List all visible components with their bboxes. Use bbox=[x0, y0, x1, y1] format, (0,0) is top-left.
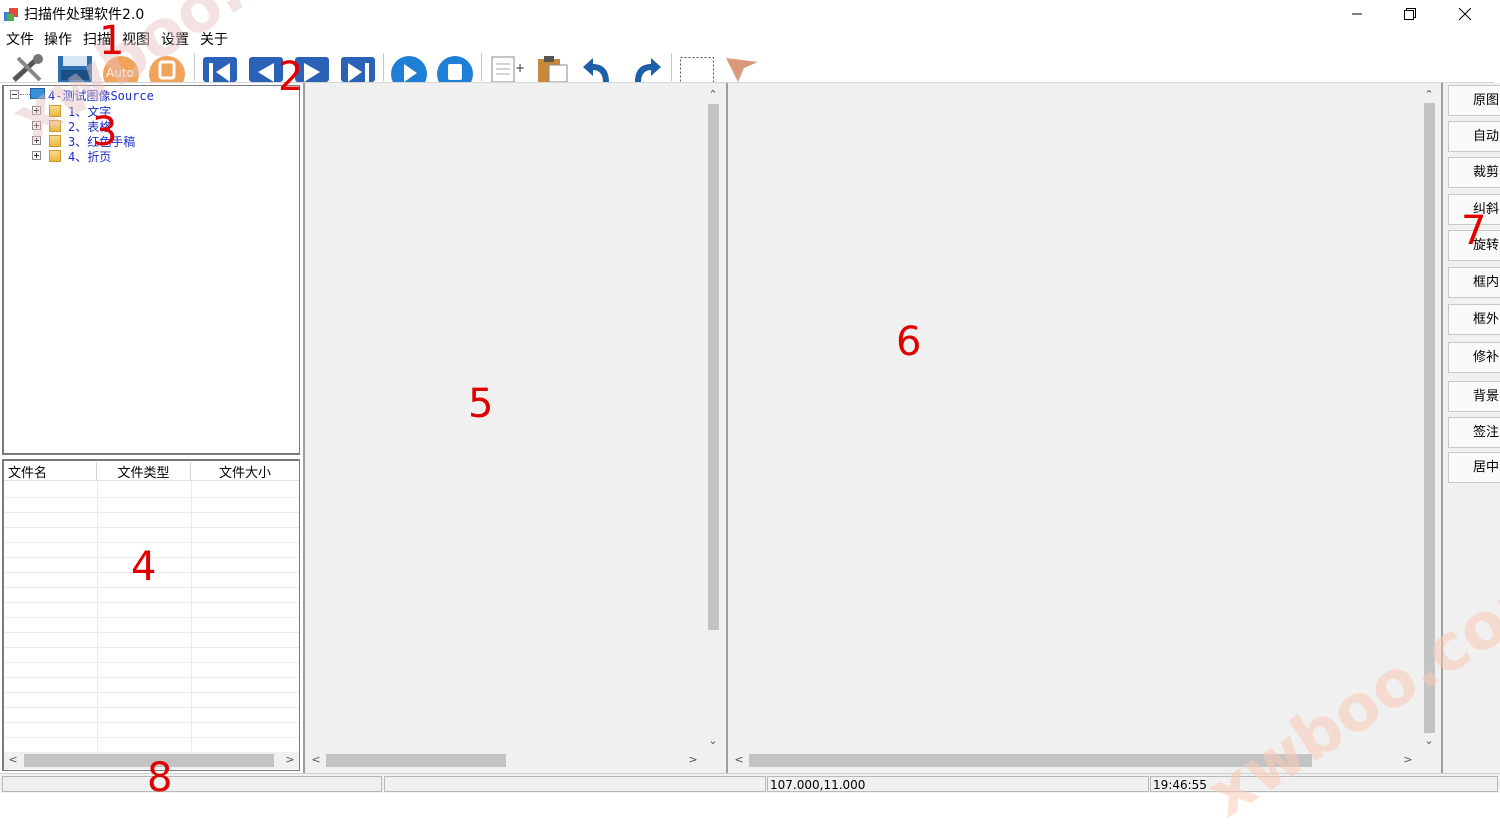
annotation-label-7: 7 bbox=[1461, 208, 1487, 254]
status-cell-info bbox=[384, 776, 766, 792]
file-list-header: 文件名 文件类型 文件大小 bbox=[4, 461, 299, 481]
first-page-icon bbox=[203, 57, 237, 82]
status-cell-message bbox=[2, 776, 382, 792]
play-button[interactable] bbox=[391, 52, 427, 82]
scroll-right-arrow-icon[interactable]: > bbox=[283, 753, 297, 767]
stop-button[interactable] bbox=[437, 52, 473, 82]
toolbar: Auto + bbox=[0, 49, 1494, 83]
grid-line bbox=[4, 602, 299, 603]
scroll-right-arrow-icon[interactable]: > bbox=[686, 753, 700, 767]
menu-operation[interactable]: 操作 bbox=[44, 29, 72, 49]
toolbar-separator bbox=[481, 53, 482, 81]
pointer-button[interactable] bbox=[724, 52, 760, 82]
inside-frame-button[interactable]: 框内 bbox=[1448, 267, 1500, 298]
image-view-pane[interactable]: ⌃ ⌄ < > bbox=[726, 83, 1441, 773]
select-rect-button[interactable] bbox=[679, 52, 715, 82]
new-document-icon: + bbox=[491, 56, 525, 82]
paste-icon bbox=[538, 56, 568, 82]
outside-frame-button[interactable]: 框外 bbox=[1448, 304, 1500, 335]
grid-line bbox=[4, 737, 299, 738]
pointer-icon bbox=[726, 58, 758, 82]
svg-text:+: + bbox=[515, 61, 525, 75]
undo-button[interactable] bbox=[581, 52, 617, 82]
center-button[interactable]: 居中 bbox=[1448, 452, 1500, 483]
scroll-down-arrow-icon[interactable]: ⌄ bbox=[706, 734, 720, 748]
annotation-label-6: 6 bbox=[896, 319, 922, 365]
scroll-right-arrow-icon[interactable]: > bbox=[1401, 753, 1415, 767]
minimize-icon bbox=[1352, 13, 1362, 14]
toolbar-separator bbox=[194, 53, 195, 81]
play-icon bbox=[391, 56, 427, 82]
grid-line bbox=[4, 677, 299, 678]
select-rect-icon bbox=[680, 57, 714, 82]
scroll-up-arrow-icon[interactable]: ⌃ bbox=[1422, 88, 1436, 102]
grid-line bbox=[97, 481, 98, 751]
crop-button[interactable]: 裁剪 bbox=[1448, 157, 1500, 188]
annotation-label-1: 1 bbox=[99, 18, 125, 64]
app-window: 扫描件处理软件2.0 文件 操作 扫描 视图 设置 关于 Auto + 4-测试… bbox=[0, 0, 1500, 832]
annotation-label-4: 4 bbox=[131, 544, 157, 590]
restore-icon bbox=[1404, 7, 1416, 20]
restore-button[interactable] bbox=[1383, 0, 1437, 27]
grid-line bbox=[4, 647, 299, 648]
last-page-icon bbox=[341, 57, 375, 82]
grid-line bbox=[4, 722, 299, 723]
grid-line bbox=[191, 481, 192, 751]
column-header-filename[interactable]: 文件名 bbox=[4, 462, 97, 481]
app-icon bbox=[4, 8, 18, 21]
grid-line bbox=[4, 512, 299, 513]
annotation-label-3: 3 bbox=[92, 109, 118, 155]
undo-icon bbox=[583, 58, 609, 82]
scroll-thumb[interactable] bbox=[326, 754, 506, 767]
status-coords: 107.000,11.000 bbox=[767, 776, 1149, 792]
column-header-filetype[interactable]: 文件类型 bbox=[97, 462, 191, 481]
scroll-left-arrow-icon[interactable]: < bbox=[309, 753, 323, 767]
stop-icon bbox=[437, 56, 473, 82]
scroll-up-arrow-icon[interactable]: ⌃ bbox=[706, 88, 720, 102]
auto-process-button[interactable]: 自动 bbox=[1448, 121, 1500, 152]
scroll-left-arrow-icon[interactable]: < bbox=[6, 753, 20, 767]
first-page-button[interactable] bbox=[202, 52, 238, 82]
file-list[interactable]: 文件名 文件类型 文件大小 < > bbox=[2, 459, 300, 771]
thumbnail-hscroll[interactable]: < > bbox=[305, 752, 705, 769]
grid-line bbox=[4, 617, 299, 618]
grid-line bbox=[4, 542, 299, 543]
folder-icon bbox=[49, 150, 61, 162]
scroll-thumb[interactable] bbox=[708, 104, 719, 630]
minimize-button[interactable] bbox=[1330, 0, 1384, 27]
grid-line bbox=[4, 632, 299, 633]
new-document-button[interactable]: + bbox=[489, 52, 525, 82]
thumbnail-pane[interactable]: ⌃ ⌄ < > bbox=[303, 83, 726, 773]
grid-line bbox=[4, 497, 299, 498]
annotation-label-5: 5 bbox=[468, 381, 494, 427]
redo-icon bbox=[635, 58, 661, 82]
redo-button[interactable] bbox=[627, 52, 663, 82]
repair-button[interactable]: 修补 bbox=[1448, 342, 1500, 373]
close-button[interactable] bbox=[1438, 0, 1492, 27]
thumbnail-vscroll[interactable]: ⌃ ⌄ bbox=[705, 83, 722, 750]
original-button[interactable]: 原图 bbox=[1448, 85, 1500, 116]
toolbar-separator bbox=[383, 53, 384, 81]
scroll-down-arrow-icon[interactable]: ⌄ bbox=[1422, 734, 1436, 748]
grid-line bbox=[4, 662, 299, 663]
scroll-left-arrow-icon[interactable]: < bbox=[732, 753, 746, 767]
close-icon bbox=[1459, 7, 1471, 20]
background-button[interactable]: 背景 bbox=[1448, 381, 1500, 412]
grid-line bbox=[4, 707, 299, 708]
annotation-button[interactable]: 签注 bbox=[1448, 417, 1500, 448]
grid-line bbox=[4, 527, 299, 528]
annotation-label-2: 2 bbox=[278, 54, 304, 100]
column-header-filesize[interactable]: 文件大小 bbox=[191, 462, 299, 481]
annotation-label-8: 8 bbox=[147, 755, 173, 801]
paste-button[interactable] bbox=[535, 52, 571, 82]
toolbar-separator bbox=[671, 53, 672, 81]
last-page-button[interactable] bbox=[340, 52, 376, 82]
grid-line bbox=[4, 692, 299, 693]
menu-file[interactable]: 文件 bbox=[6, 29, 34, 49]
